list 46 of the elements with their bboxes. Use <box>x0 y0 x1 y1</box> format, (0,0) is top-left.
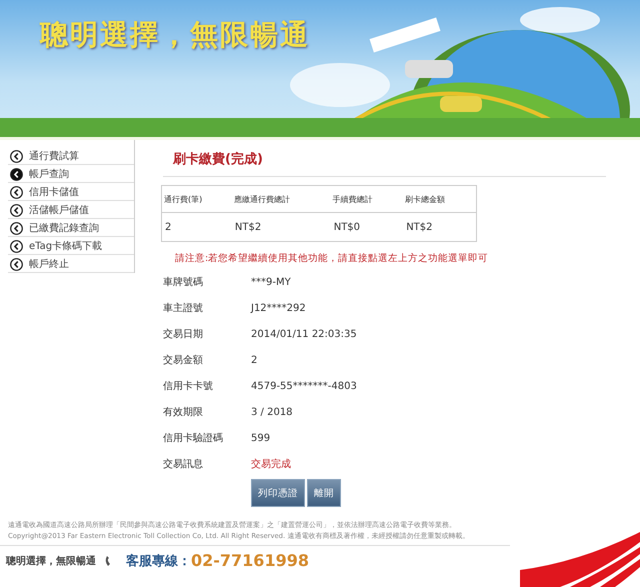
page-title: 刷卡繳費(完成) <box>173 150 264 169</box>
action-button[interactable]: 列印憑證 <box>251 479 305 507</box>
column-header: 手續費總計 <box>330 186 404 212</box>
field-label: 車主證號 <box>163 302 204 315</box>
chevron-left-icon <box>10 240 23 252</box>
field-label: 交易日期 <box>163 328 204 341</box>
sidebar-item[interactable]: 帳戶查詢 <box>8 166 134 183</box>
column-header: 刷卡總金額 <box>403 186 476 212</box>
table-cell: 2 <box>162 212 232 242</box>
sidebar-item[interactable]: 通行費試算 <box>8 148 134 165</box>
field-value: 交易完成 <box>251 458 291 471</box>
column-header: 通行費(筆) <box>162 186 232 212</box>
chevron-left-icon <box>10 168 23 180</box>
column-header: 應繳通行費總計 <box>232 186 331 212</box>
field-value: 4579-55*******-4803 <box>251 380 357 392</box>
field-value: 3 / 2018 <box>251 406 293 418</box>
hotline-number: 02-77161998 <box>191 551 309 570</box>
action-button[interactable]: 離開 <box>307 479 341 507</box>
chevron-left-icon <box>10 204 23 216</box>
field-value: ***9-MY <box>251 276 291 288</box>
sidebar-item[interactable]: 已繳費記錄查詢 <box>8 220 134 237</box>
footer-slogan: 聰明選擇，無限暢通 <box>6 554 96 568</box>
table-cell: NT$0 <box>330 212 404 242</box>
table-cell: NT$2 <box>232 212 331 242</box>
field-label: 交易訊息 <box>163 458 204 471</box>
field-label: 車牌號碼 <box>163 276 204 289</box>
sidebar-item[interactable]: 活儲帳戶儲值 <box>8 202 134 219</box>
hotline-label: 客服專線： <box>126 552 191 570</box>
sidebar-item[interactable]: 帳戶終止 <box>8 256 134 273</box>
field-label: 信用卡卡號 <box>163 380 214 393</box>
field-value: 2 <box>251 354 258 366</box>
field-label: 信用卡驗證碼 <box>163 432 224 445</box>
chevron-left-icon <box>10 258 23 270</box>
table-cell: NT$2 <box>403 212 476 242</box>
chevron-left-icon <box>10 150 23 162</box>
notice-text: 請注意:若您希望繼續使用其他功能，請直接點選左上方之功能選單即可 <box>175 252 490 265</box>
banner-title: 聰明選擇，無限暢通 <box>40 17 310 53</box>
field-value: 599 <box>251 432 270 444</box>
sidebar-item[interactable]: eTag卡條碼下載 <box>8 238 134 255</box>
field-label: 有效期限 <box>163 406 204 419</box>
field-value: J12****292 <box>251 302 306 314</box>
chevron-left-icon <box>10 222 23 234</box>
chevron-left-icon <box>10 186 23 198</box>
field-label: 交易金額 <box>163 354 204 367</box>
sidebar-item[interactable]: 信用卡儲值 <box>8 184 134 201</box>
field-value: 2014/01/11 22:03:35 <box>251 328 357 340</box>
